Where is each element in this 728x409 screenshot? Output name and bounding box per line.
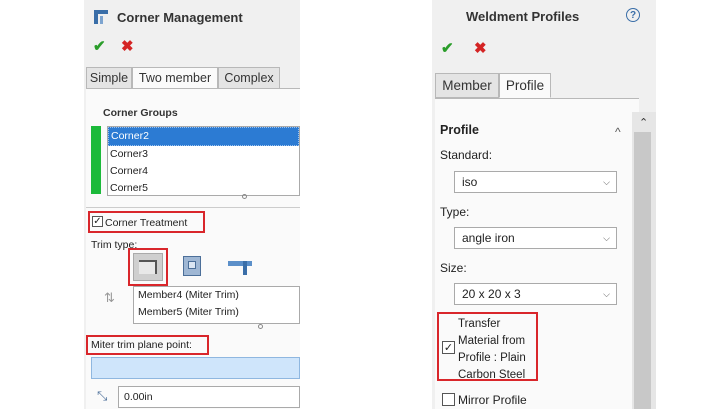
transfer-line: Transfer: [458, 318, 501, 330]
profile-section-title: Profile: [440, 123, 479, 137]
chevron-down-icon: ⌵: [603, 177, 610, 187]
corner-treatment-checkbox[interactable]: ✓: [92, 216, 103, 227]
miter-plane-label: Miter trim plane point:: [91, 339, 192, 351]
transfer-material-label: Transfer Material from Profile : Plain C…: [458, 316, 526, 384]
tab-profile[interactable]: Profile: [499, 73, 551, 98]
standard-value: iso: [462, 175, 478, 189]
transfer-line: Profile : Plain: [458, 352, 526, 364]
collapse-icon[interactable]: ^: [615, 125, 621, 139]
weldment-profiles-panel: Weldment Profiles ? ✔ ✖ Member Profile ⌃…: [432, 0, 656, 409]
chevron-down-icon: ⌵: [603, 233, 610, 243]
offset-icon: ⤡: [97, 388, 108, 403]
size-label: Size:: [440, 261, 467, 275]
miter-trim-icon: [139, 260, 157, 274]
chevron-down-icon: ⌵: [603, 289, 610, 299]
mirror-profile-label: Mirror Profile: [458, 393, 527, 407]
swap-members-icon[interactable]: ⇅: [104, 290, 115, 306]
standard-select[interactable]: iso ⌵: [454, 171, 617, 193]
miter-trim-button[interactable]: [133, 253, 163, 281]
resize-handle-icon[interactable]: [258, 324, 263, 329]
confirm-icon[interactable]: ✔: [441, 39, 454, 57]
list-item[interactable]: Corner2: [108, 127, 299, 146]
end-trim-button[interactable]: [179, 253, 207, 281]
corner-groups-list[interactable]: Corner2 Corner3 Corner4 Corner5: [107, 126, 300, 196]
type-value: angle iron: [462, 231, 515, 245]
tab-two-member[interactable]: Two member: [132, 67, 218, 89]
tab-complex[interactable]: Complex: [218, 67, 280, 89]
size-select[interactable]: 20 x 20 x 3 ⌵: [454, 283, 617, 305]
offset-value: 0.00in: [124, 391, 153, 403]
miter-plane-selection-box[interactable]: [91, 357, 300, 379]
mirror-profile-checkbox[interactable]: [442, 393, 455, 406]
transfer-material-checkbox[interactable]: ✓: [442, 341, 455, 354]
scrollbar-thumb[interactable]: [634, 132, 651, 409]
tab-member[interactable]: Member: [435, 73, 499, 98]
transfer-line: Material from: [458, 335, 526, 347]
corner-treatment-label: Corner Treatment: [105, 217, 188, 229]
type-label: Type:: [440, 205, 470, 219]
list-item[interactable]: Corner4: [108, 163, 299, 180]
group-color-bar: [91, 126, 101, 194]
corner-groups-label: Corner Groups: [103, 107, 178, 119]
size-value: 20 x 20 x 3: [462, 287, 521, 301]
transfer-line: Carbon Steel: [458, 369, 526, 381]
list-item[interactable]: Corner5: [108, 180, 299, 197]
confirm-icon[interactable]: ✔: [93, 37, 106, 55]
members-list[interactable]: Member4 (Miter Trim) Member5 (Miter Trim…: [133, 286, 300, 324]
list-item[interactable]: Member4 (Miter Trim): [134, 287, 299, 304]
end-butt-icon: [228, 261, 252, 266]
resize-handle-icon[interactable]: [242, 194, 247, 199]
help-icon[interactable]: ?: [626, 8, 640, 22]
list-item[interactable]: Member5 (Miter Trim): [134, 304, 299, 321]
corner-management-panel: Corner Management ✔ ✖ Simple Two member …: [84, 0, 300, 409]
weldment-profiles-title: Weldment Profiles: [466, 9, 580, 24]
cancel-icon[interactable]: ✖: [474, 39, 487, 57]
cancel-icon[interactable]: ✖: [121, 37, 134, 55]
standard-label: Standard:: [440, 148, 493, 162]
offset-input[interactable]: 0.00in: [118, 386, 300, 408]
scrollbar[interactable]: ⌃: [632, 112, 656, 409]
corner-management-title: Corner Management: [117, 10, 243, 25]
corner-management-icon: [94, 10, 108, 24]
type-select[interactable]: angle iron ⌵: [454, 227, 617, 249]
tab-simple[interactable]: Simple: [86, 67, 132, 89]
list-item[interactable]: Corner3: [108, 146, 299, 163]
scroll-up-icon[interactable]: ⌃: [639, 116, 648, 129]
end-butt-button[interactable]: [226, 253, 254, 281]
corner-treatment-separator: [86, 207, 300, 208]
